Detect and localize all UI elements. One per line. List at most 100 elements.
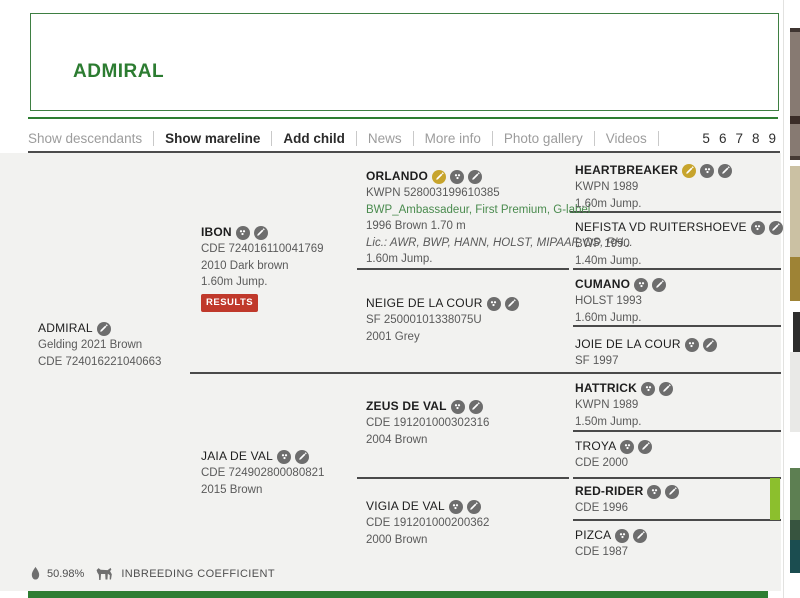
family-tree-icon[interactable] [615,529,629,543]
birth-info: 2000 Brown [366,532,489,549]
registration-number: CDE 191201000200362 [366,515,489,532]
family-tree-icon[interactable] [647,485,661,499]
pedigree-divider-line [190,372,781,374]
family-tree-icon[interactable] [634,278,648,292]
edit-pencil-icon[interactable] [652,278,666,292]
edit-pencil-icon[interactable] [505,297,519,311]
studbook-year: KWPN 1989 [575,397,673,414]
studbook-year: CDE 1987 [575,544,647,561]
pedigree-cell-neige-de-la-cour: NEIGE DE LA COUR SF 25000101338075U 2001… [366,295,519,345]
family-tree-icon[interactable] [641,382,655,396]
horse-name-link[interactable]: NEFISTA VD RUITERSHOEVE [575,219,747,236]
horse-name-link[interactable]: TROYA [575,438,616,455]
family-tree-icon[interactable] [451,400,465,414]
edit-pencil-icon[interactable] [467,500,481,514]
cropped-image-fragment [793,312,800,352]
family-tree-icon[interactable] [685,338,699,352]
pedigree-cell-heartbreaker: HEARTBREAKER KWPN 1989 1.60m Jump. [575,162,732,212]
studbook-year: HOLST 1993 [575,293,666,310]
performance-level: 1.60m Jump. [575,196,732,213]
show-descendants-button[interactable]: Show descendants [28,131,153,146]
generations-9-button[interactable]: 9 [768,131,776,146]
horse-name-link[interactable]: ADMIRAL [38,320,93,337]
performance-level: 1.60m Jump. [575,310,666,327]
drop-icon [30,566,41,581]
videos-button[interactable]: Videos [595,131,658,146]
pedigree-cell-nefista: NEFISTA VD RUITERSHOEVE BWP 1990 1.40m J… [575,219,783,269]
header-divider [28,117,778,119]
page-bottom-bar [28,591,768,598]
family-tree-icon[interactable] [277,450,291,464]
edit-pencil-icon[interactable] [468,170,482,184]
family-tree-icon[interactable] [236,226,250,240]
birth-info: 2015 Brown [201,482,324,499]
action-toolbar: Show descendants Show mareline Add child… [28,127,778,149]
generations-8-button[interactable]: 8 [752,131,760,146]
results-badge[interactable]: RESULTS [201,294,258,313]
horse-name-link[interactable]: HATTRICK [575,380,637,397]
horse-header-box: ADMIRAL [30,13,779,111]
generations-6-button[interactable]: 6 [719,131,727,146]
cropped-image-fragment [790,352,800,432]
family-tree-icon[interactable] [449,500,463,514]
studbook-year: CDE 2000 [575,455,652,472]
edit-pencil-icon[interactable] [665,485,679,499]
family-tree-icon[interactable] [450,170,464,184]
pedigree-grid: ADMIRAL Gelding 2021 Brown CDE 724016221… [0,153,781,591]
cropped-image-fragment [790,540,800,573]
cropped-image-fragment [790,520,800,540]
horse-name-link[interactable]: PIZCA [575,527,611,544]
generation-selector: 5 6 7 8 9 [702,131,778,146]
family-tree-icon[interactable] [487,297,501,311]
more-info-button[interactable]: More info [414,131,492,146]
horse-icon [96,567,115,580]
horse-name-link[interactable]: VIGIA DE VAL [366,498,445,515]
pedigree-cell-joie-de-la-cour: JOIE DE LA COUR SF 1997 [575,336,717,370]
horse-name-link[interactable]: NEIGE DE LA COUR [366,295,483,312]
horse-name-link[interactable]: IBON [201,224,232,241]
pedigree-cell-vigia-de-val: VIGIA DE VAL CDE 191201000200362 2000 Br… [366,498,489,548]
studbook-year: SF 1997 [575,353,717,370]
family-tree-icon[interactable] [751,221,765,235]
edit-pencil-icon[interactable] [295,450,309,464]
photo-gallery-button[interactable]: Photo gallery [493,131,594,146]
red-rider-highlight-marker [770,478,780,520]
family-tree-icon[interactable] [620,440,634,454]
cropped-image-fragment [790,257,800,301]
edit-pencil-icon[interactable] [254,226,268,240]
pedigree-cell-troya: TROYA CDE 2000 [575,438,652,472]
edit-pencil-icon[interactable] [659,382,673,396]
generations-5-button[interactable]: 5 [702,131,710,146]
edit-pencil-icon[interactable] [769,221,783,235]
edit-pencil-icon[interactable] [638,440,652,454]
edit-pencil-icon[interactable] [469,400,483,414]
horse-name-link[interactable]: JOIE DE LA COUR [575,336,681,353]
family-tree-icon[interactable] [700,164,714,178]
pedigree-cell-jaia-de-val: JAIA DE VAL CDE 724902800080821 2015 Bro… [201,448,324,498]
horse-name-link[interactable]: RED-RIDER [575,483,643,500]
registration-number: SF 25000101338075U [366,312,519,329]
approved-pencil-icon[interactable] [432,170,446,184]
registration-number: CDE 191201000302316 [366,415,489,432]
horse-name-link[interactable]: ORLANDO [366,168,428,185]
performance-level: 1.50m Jump. [575,414,673,431]
approved-pencil-icon[interactable] [682,164,696,178]
pedigree-cell-admiral: ADMIRAL Gelding 2021 Brown CDE 724016221… [38,320,161,370]
horse-name-link[interactable]: JAIA DE VAL [201,448,273,465]
add-child-button[interactable]: Add child [272,131,356,146]
pedigree-cell-ibon: IBON CDE 724016110041769 2010 Dark brown… [201,224,324,312]
edit-pencil-icon[interactable] [703,338,717,352]
toolbar-separator [658,131,659,146]
horse-name-link[interactable]: CUMANO [575,276,630,293]
right-edge-cropped-content [783,0,800,598]
edit-pencil-icon[interactable] [633,529,647,543]
pedigree-divider-line [573,477,781,479]
performance-level: 1.40m Jump. [575,253,783,270]
show-mareline-button[interactable]: Show mareline [154,131,271,146]
edit-pencil-icon[interactable] [718,164,732,178]
generations-7-button[interactable]: 7 [735,131,743,146]
edit-pencil-icon[interactable] [97,322,111,336]
news-button[interactable]: News [357,131,413,146]
horse-name-link[interactable]: HEARTBREAKER [575,162,678,179]
horse-name-link[interactable]: ZEUS DE VAL [366,398,447,415]
